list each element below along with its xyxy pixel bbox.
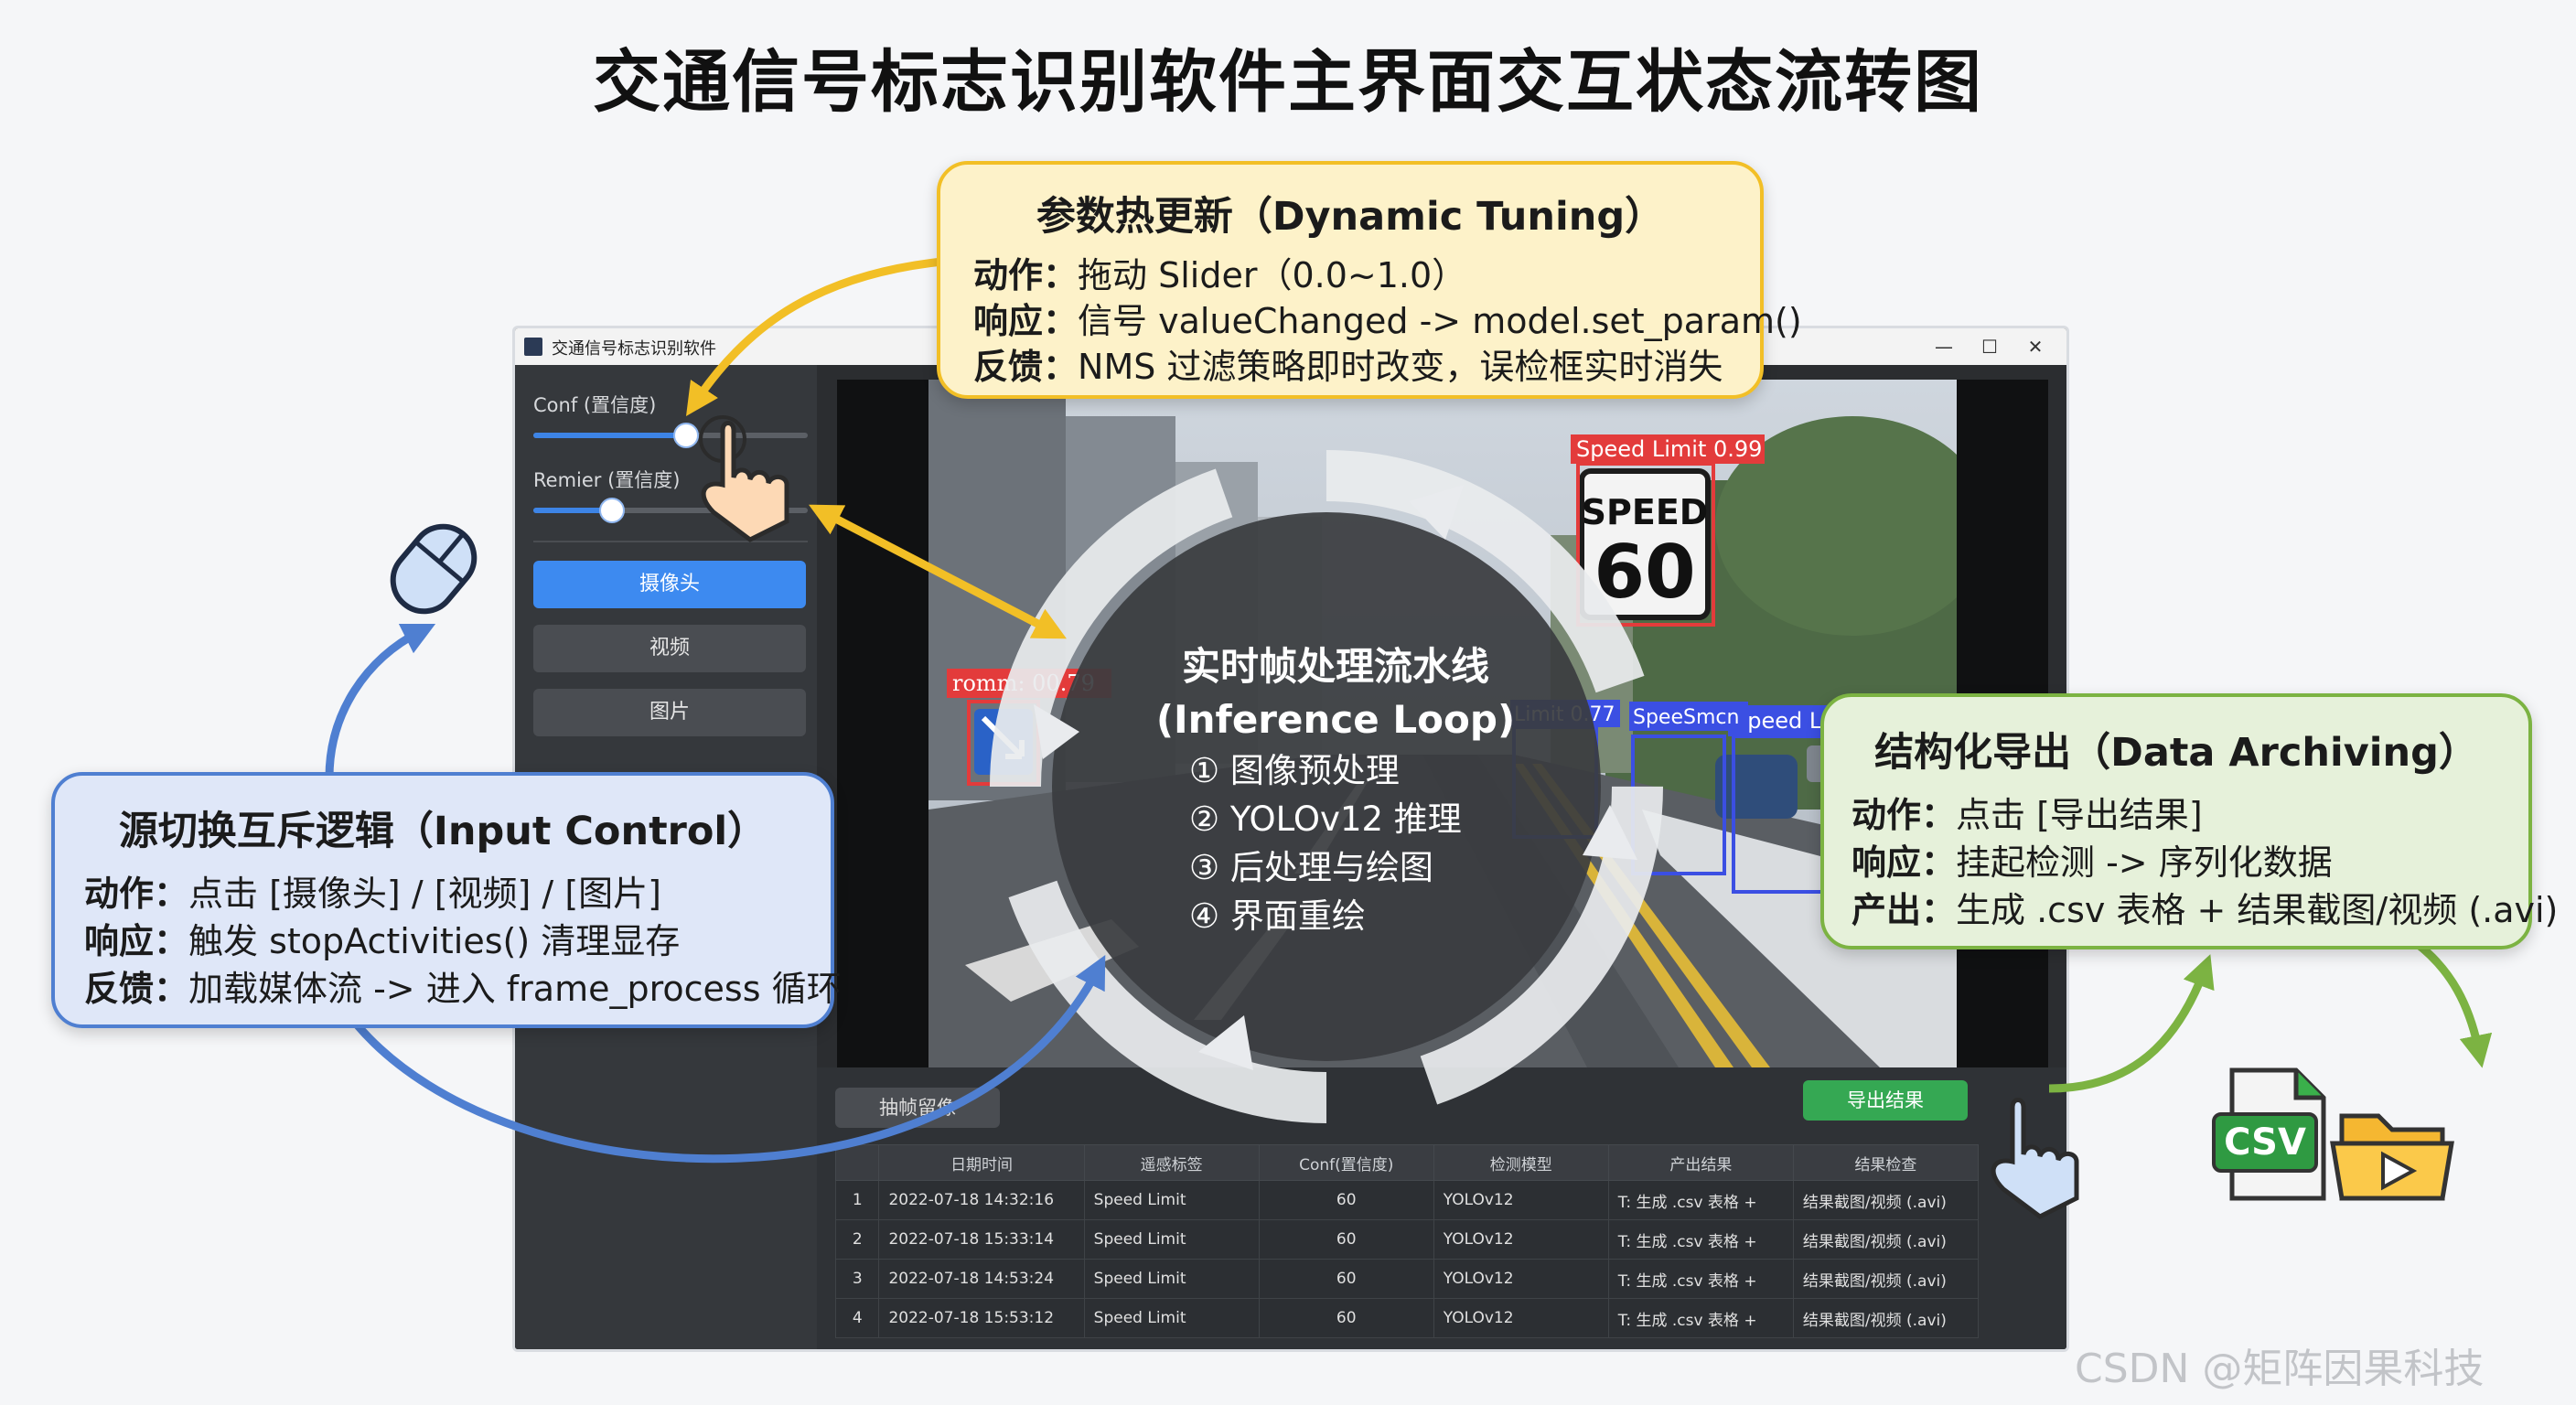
input-response-line: 响应：触发 stopActivities() 清理显存: [84, 913, 680, 963]
feedback-key: 反馈：: [84, 969, 189, 1009]
archiving-output-line: 产出：生成 .csv 表格 + 结果截图/视频 (.avi): [1852, 882, 2558, 932]
input-control-callout: 源切换互斥逻辑（Input Control） 动作：点击 [摄像头] / [视频…: [51, 772, 842, 1028]
archiving-response-line: 响应：挂起检测 -> 序列化数据: [1852, 834, 2333, 885]
tuning-arrow: [686, 257, 943, 416]
output-key: 产出：: [1852, 890, 1957, 930]
loop-title-en: (Inference Loop): [1155, 697, 1516, 742]
tuning-callout: 参数热更新（Dynamic Tuning） 动作：拖动 Slider（0.0~1…: [937, 161, 1802, 399]
tuning-title: 参数热更新（Dynamic Tuning）: [1036, 194, 1665, 240]
response-text: 信号 valueChanged -> model.set_param(): [1078, 301, 1802, 341]
response-key: 响应：: [973, 301, 1079, 341]
tuning-response-line: 响应：信号 valueChanged -> model.set_param(): [973, 293, 1802, 343]
feedback-text: NMS 过滤策略即时改变，误检框实时消失: [1078, 347, 1723, 387]
export-arrow-down: [2412, 938, 2493, 1068]
tuning-double-arrow: [809, 504, 1067, 639]
tuning-action-line: 动作：拖动 Slider（0.0~1.0）: [973, 247, 1466, 297]
response-key: 响应：: [1852, 842, 1957, 883]
feedback-text: 加载媒体流 -> 进入 frame_process 循环: [188, 969, 842, 1009]
hand-pointer-icon: [699, 415, 789, 542]
loop-step: ① 图像预处理: [1189, 751, 1400, 790]
watermark: CSDN @矩阵因果科技: [2075, 1346, 2485, 1392]
video-folder-icon: [2330, 1113, 2454, 1201]
response-key: 响应：: [84, 921, 189, 961]
hand-pointer-icon: [1991, 1098, 2079, 1219]
action-key: 动作：: [84, 874, 189, 914]
response-text: 挂起检测 -> 序列化数据: [1956, 842, 2333, 883]
input-feedback-line: 反馈：加载媒体流 -> 进入 frame_process 循环: [84, 960, 842, 1011]
export-arrow-up: [2048, 954, 2215, 1093]
loop-step: ④ 界面重绘: [1189, 896, 1366, 936]
archiving-action-line: 动作：点击 [导出结果]: [1852, 787, 2203, 837]
loop-step: ③ 后处理与绘图: [1189, 848, 1433, 887]
archiving-title: 结构化导出（Data Archiving）: [1874, 730, 2478, 776]
output-text: 生成 .csv 表格 + 结果截图/视频 (.avi): [1956, 890, 2559, 930]
action-text: 点击 [摄像头] / [视频] / [图片]: [188, 874, 661, 914]
csv-label: CSV: [2224, 1121, 2306, 1164]
action-text: 点击 [导出结果]: [1956, 795, 2203, 835]
csv-file-icon: CSV: [2212, 1067, 2326, 1201]
response-text: 触发 stopActivities() 清理显存: [188, 921, 681, 961]
inference-loop-label: 实时帧处理流水线 (Inference Loop) ① 图像预处理 ② YOLO…: [1116, 640, 1555, 940]
loop-step: ② YOLOv12 推理: [1189, 799, 1462, 839]
input-control-title: 源切换互斥逻辑（Input Control）: [118, 809, 767, 854]
feedback-key: 反馈：: [973, 347, 1079, 387]
loop-title-cn: 实时帧处理流水线: [1181, 644, 1489, 689]
tuning-feedback-line: 反馈：NMS 过滤策略即时改变，误检框实时消失: [973, 338, 1723, 389]
mouse-icon: [390, 523, 478, 615]
action-key: 动作：: [1852, 795, 1957, 835]
input-action-line: 动作：点击 [摄像头] / [视频] / [图片]: [84, 865, 661, 916]
data-archiving-callout: 结构化导出（Data Archiving） 动作：点击 [导出结果] 响应：挂起…: [1820, 693, 2558, 949]
input-arrow-up: [325, 623, 436, 778]
action-text: 拖动 Slider（0.0~1.0）: [1078, 255, 1467, 295]
action-key: 动作：: [973, 255, 1079, 295]
